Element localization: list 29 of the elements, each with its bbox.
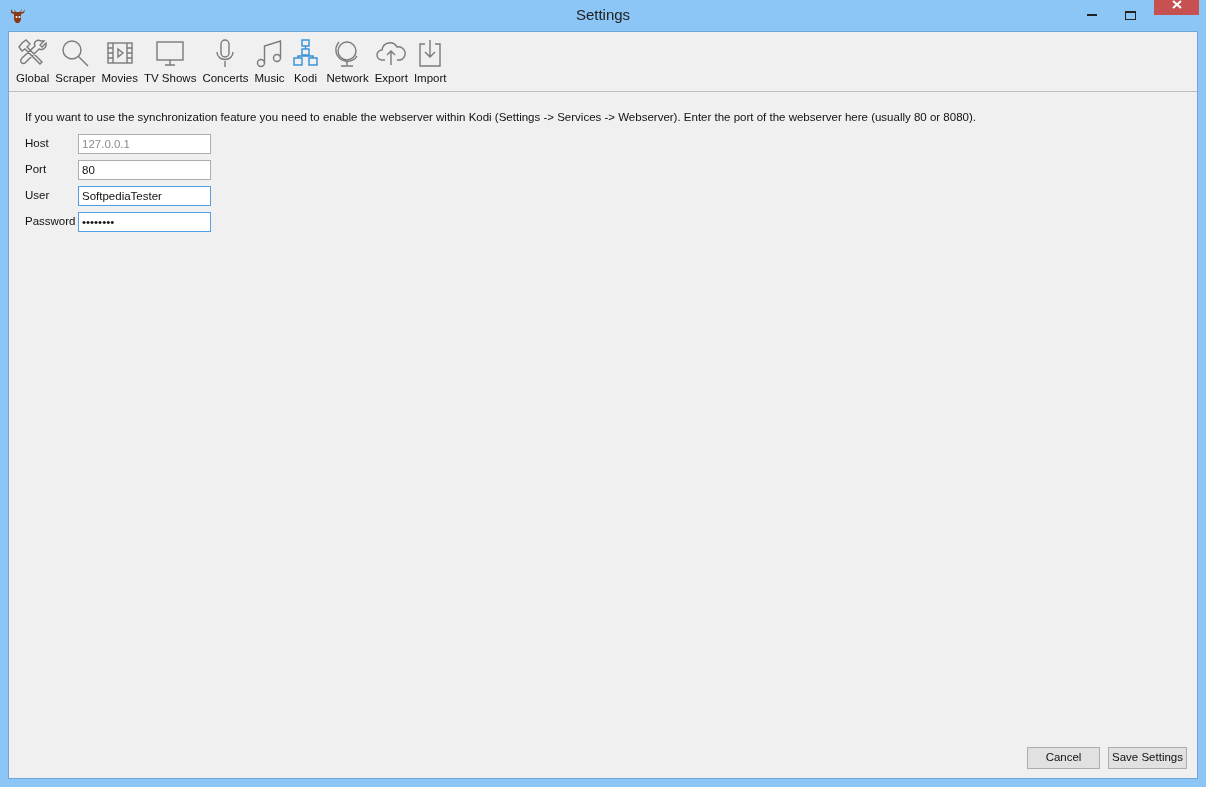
input-field[interactable]: •••••••• [78, 211, 211, 232]
toolbar-tab[interactable]: Kodi [287, 38, 324, 88]
minimize-icon [1087, 14, 1097, 17]
moose-logo-icon [10, 7, 26, 24]
network-icon [290, 38, 321, 68]
toolbar-tab[interactable]: Music [251, 38, 288, 88]
cancel-button[interactable]: Cancel [1027, 747, 1101, 769]
close-icon [1171, 0, 1182, 9]
info-text: If you want to use the synchronization feature you need to enable the webserver within Kodi (Settings -> Services -> Webserver). Enter the port of the webserver here (usually 80 or 8080). [25, 110, 977, 126]
toolbar-tab[interactable]: Import [410, 38, 450, 88]
search-icon [60, 38, 91, 68]
toolbar-tab[interactable]: Scraper [52, 38, 99, 88]
save-settings-button[interactable]: Save Settings [1108, 747, 1187, 769]
monitor-icon [155, 38, 186, 68]
toolbar-tab[interactable]: Network [323, 38, 372, 88]
field-label: Host [25, 135, 50, 151]
window-title: Settings [575, 5, 631, 26]
toolbar-tab[interactable]: Export [371, 38, 411, 88]
maximize-icon [1124, 11, 1136, 20]
field-label: User [25, 187, 51, 203]
toolbar-tab[interactable]: TV Shows [140, 38, 200, 88]
toolbar-tab[interactable]: Global [13, 38, 53, 88]
toolbar-tab[interactable]: Concerts [199, 38, 252, 88]
close-button[interactable] [1154, 0, 1199, 15]
input-field[interactable]: SoftpediaTester [78, 185, 211, 206]
field-label: Password [25, 213, 77, 229]
input-field[interactable]: 80 [78, 159, 211, 180]
toolbar-tab[interactable]: Movies [98, 38, 141, 88]
field-label: Port [25, 161, 48, 177]
